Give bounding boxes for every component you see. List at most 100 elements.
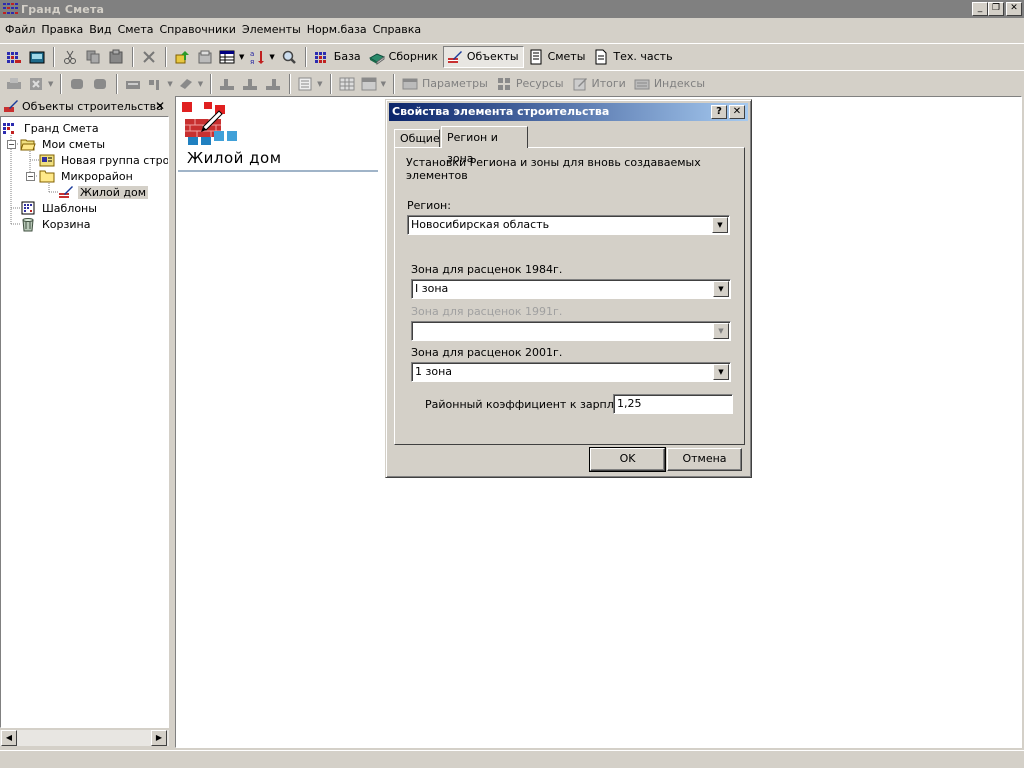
parameters-button[interactable]: Параметры — [399, 73, 492, 95]
tech-part-button[interactable]: Тех. часть — [590, 46, 676, 68]
parameters-icon — [402, 78, 418, 89]
scroll-left-button[interactable]: ◀ — [1, 730, 17, 746]
dialog-close-button[interactable]: ✕ — [729, 105, 745, 119]
tool-a-button[interactable] — [66, 73, 88, 95]
minimize-button[interactable]: _ — [972, 2, 988, 16]
tree-item-my-estimates[interactable]: Мои сметы — [20, 136, 107, 152]
menu-help[interactable]: Справка — [370, 21, 424, 39]
totals-button-label: Итоги — [591, 77, 626, 90]
tool-g-button[interactable] — [239, 73, 261, 95]
tree-collapse-toggle[interactable]: − — [26, 172, 35, 181]
tree-item-grand-smeta[interactable]: Гранд Смета — [2, 120, 101, 136]
tool-f-button[interactable] — [216, 73, 238, 95]
export-excel-button[interactable]: ▼ — [26, 73, 55, 95]
tool-i-button[interactable]: ▼ — [295, 73, 324, 95]
list-icon — [298, 77, 312, 90]
zone-1984-select[interactable]: I зона ▼ — [411, 279, 731, 299]
close-panel-icon[interactable]: ✕ — [155, 99, 165, 113]
element-properties-dialog: Свойства элемента строительства ? ✕ Общи… — [385, 99, 752, 478]
menu-normbase[interactable]: Норм.база — [304, 21, 370, 39]
stamp-icon — [220, 78, 235, 90]
up-arrow-icon — [175, 50, 189, 63]
totals-button[interactable]: Итоги — [569, 73, 630, 95]
search-icon — [282, 50, 296, 64]
grid-button[interactable] — [336, 73, 358, 95]
tool-c-button[interactable] — [122, 73, 144, 95]
menu-edit[interactable]: Правка — [38, 21, 86, 39]
collection-button[interactable]: Сборник — [366, 46, 442, 68]
tool-h-button[interactable] — [262, 73, 284, 95]
estimates-button-label: Сметы — [547, 50, 586, 63]
tree-item-new-group[interactable]: Новая группа строек — [39, 152, 168, 168]
dialog-title: Свойства элемента строительства — [392, 105, 610, 118]
zone-2001-select[interactable]: 1 зона ▼ — [411, 362, 731, 382]
zone-1991-select[interactable]: ▼ — [411, 321, 731, 341]
help-button[interactable]: ? — [711, 105, 727, 119]
menu-view[interactable]: Вид — [86, 21, 114, 39]
level-up-button[interactable] — [171, 46, 193, 68]
wage-coefficient-input[interactable]: 1,25 — [613, 394, 733, 414]
tree-collapse-toggle[interactable]: − — [7, 140, 16, 149]
tool-b-button[interactable] — [89, 73, 111, 95]
table-view-button[interactable]: ▼ — [217, 46, 246, 68]
tree-item-residential-house[interactable]: Жилой дом — [58, 184, 149, 200]
tree-item-templates[interactable]: Шаблоны — [20, 200, 99, 216]
menu-references[interactable]: Справочники — [156, 21, 238, 39]
tree-item-microdistrict[interactable]: Микрорайон — [39, 168, 135, 184]
tree-item-label: Мои сметы — [42, 137, 106, 151]
search-button[interactable] — [278, 46, 300, 68]
chevron-down-icon[interactable]: ▼ — [713, 281, 729, 297]
ok-button[interactable]: OK — [589, 447, 666, 472]
tree-item-trash[interactable]: Корзина — [20, 216, 92, 232]
main-toolbar: ▼ aя ▼ База Сборник Объекты Сметы Тех. ч… — [0, 43, 1024, 69]
sort-button[interactable]: aя ▼ — [247, 46, 276, 68]
chevron-down-icon[interactable]: ▼ — [712, 217, 728, 233]
objects-button[interactable]: Объекты — [442, 45, 524, 68]
region-select-value: Новосибирская область — [411, 218, 550, 231]
indexes-button[interactable]: Индексы — [631, 73, 709, 95]
tab-general[interactable]: Общие — [394, 129, 440, 148]
estimates-button[interactable]: Сметы — [525, 46, 590, 68]
calculator-button[interactable] — [26, 46, 48, 68]
app-grid-icon — [7, 51, 21, 63]
layers-icon — [94, 78, 107, 89]
tool-d-button[interactable]: ▼ — [145, 73, 174, 95]
delete-button[interactable] — [138, 46, 160, 68]
cut-button[interactable] — [59, 46, 81, 68]
window-title: Гранд Смета — [21, 2, 105, 16]
resources-button[interactable]: Ресурсы — [493, 73, 568, 95]
group-icon — [39, 154, 55, 167]
close-window-button[interactable]: ✕ — [1006, 2, 1022, 16]
print-button[interactable] — [3, 73, 25, 95]
scroll-right-button[interactable]: ▶ — [151, 730, 167, 746]
tab-region-zone[interactable]: Регион и зона — [441, 126, 528, 165]
tool-e-button[interactable]: ▼ — [176, 73, 205, 95]
paste-button[interactable] — [105, 46, 127, 68]
restore-button[interactable]: ❐ — [988, 2, 1004, 16]
sort-icon: aя — [250, 50, 265, 65]
cancel-button[interactable]: Отмена — [667, 448, 742, 471]
chevron-down-icon[interactable]: ▼ — [713, 364, 729, 380]
tech-part-button-label: Тех. часть — [613, 50, 673, 63]
menu-estimate[interactable]: Смета — [115, 21, 157, 39]
tree-item-label: Микрорайон — [61, 169, 133, 183]
paste-icon — [109, 49, 123, 63]
menu-elements[interactable]: Элементы — [239, 21, 304, 39]
collection-button-label: Сборник — [388, 50, 438, 63]
menu-file[interactable]: Файл — [2, 21, 38, 39]
base-button[interactable]: База — [311, 46, 365, 68]
calculator-icon — [29, 51, 45, 63]
copy-button[interactable] — [82, 46, 104, 68]
zone-2001-value: 1 зона — [415, 365, 453, 378]
region-select[interactable]: Новосибирская область ▼ — [407, 215, 730, 235]
objects-tree: Гранд Смета − Мои сметы Новая группа стр… — [0, 116, 169, 728]
chevron-down-icon: ▼ — [713, 323, 729, 339]
objects-icon — [447, 50, 462, 63]
tree-horizontal-scrollbar[interactable]: ◀ ▶ — [0, 729, 169, 746]
grid-options-button[interactable]: ▼ — [359, 73, 388, 95]
properties-button[interactable] — [194, 46, 216, 68]
table-icon — [339, 77, 355, 90]
app-grid-button[interactable] — [3, 46, 25, 68]
objects-panel-header: Объекты строительства ✕ — [0, 96, 171, 116]
book-icon — [368, 52, 385, 65]
